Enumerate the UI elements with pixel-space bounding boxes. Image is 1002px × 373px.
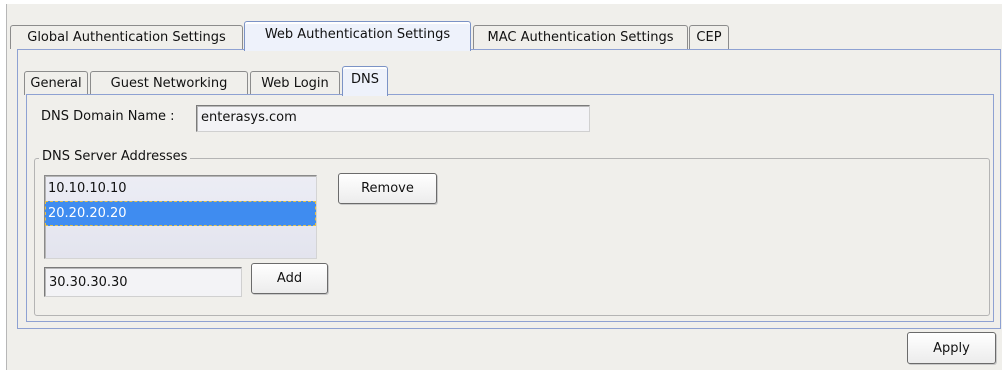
tab-label: Global Authentication Settings — [27, 30, 226, 45]
list-item[interactable]: 10.10.10.10 — [45, 176, 316, 201]
tab-web-authentication-settings[interactable]: Web Authentication Settings — [244, 21, 471, 51]
tab-dns[interactable]: DNS — [342, 66, 388, 96]
dns-server-addresses-title: DNS Server Addresses — [39, 149, 191, 164]
tab-general[interactable]: General — [24, 71, 88, 95]
new-dns-server-field[interactable]: 30.30.30.30 — [44, 267, 242, 297]
tab-label: MAC Authentication Settings — [487, 30, 674, 45]
dns-tab-content: DNS Domain Name : enterasys.com DNS Serv… — [26, 94, 994, 322]
remove-button[interactable]: Remove — [338, 173, 437, 204]
list-item[interactable]: 20.20.20.20 — [45, 201, 316, 226]
tab-mac-authentication-settings[interactable]: MAC Authentication Settings — [473, 25, 688, 49]
dns-server-list[interactable]: 10.10.10.10 20.20.20.20 — [44, 175, 317, 259]
tab-guest-networking[interactable]: Guest Networking — [90, 71, 248, 95]
web-authentication-settings-content: General Guest Networking Web Login DNS D… — [17, 49, 1001, 329]
authentication-settings-panel: Global Authentication Settings Web Authe… — [6, 4, 1002, 370]
tab-label: CEP — [696, 30, 722, 45]
dns-domain-name-field[interactable]: enterasys.com — [196, 105, 590, 132]
tab-label: Guest Networking — [110, 76, 228, 91]
add-button[interactable]: Add — [251, 263, 328, 294]
apply-button[interactable]: Apply — [907, 332, 996, 364]
tab-label: Web Login — [261, 76, 329, 91]
tab-cep[interactable]: CEP — [689, 25, 729, 49]
tab-label: DNS — [351, 72, 379, 87]
tab-label: General — [30, 76, 82, 91]
tab-global-authentication-settings[interactable]: Global Authentication Settings — [10, 25, 243, 49]
tab-web-login[interactable]: Web Login — [250, 71, 340, 95]
dns-domain-name-label: DNS Domain Name : — [41, 109, 175, 124]
tab-label: Web Authentication Settings — [264, 27, 451, 42]
